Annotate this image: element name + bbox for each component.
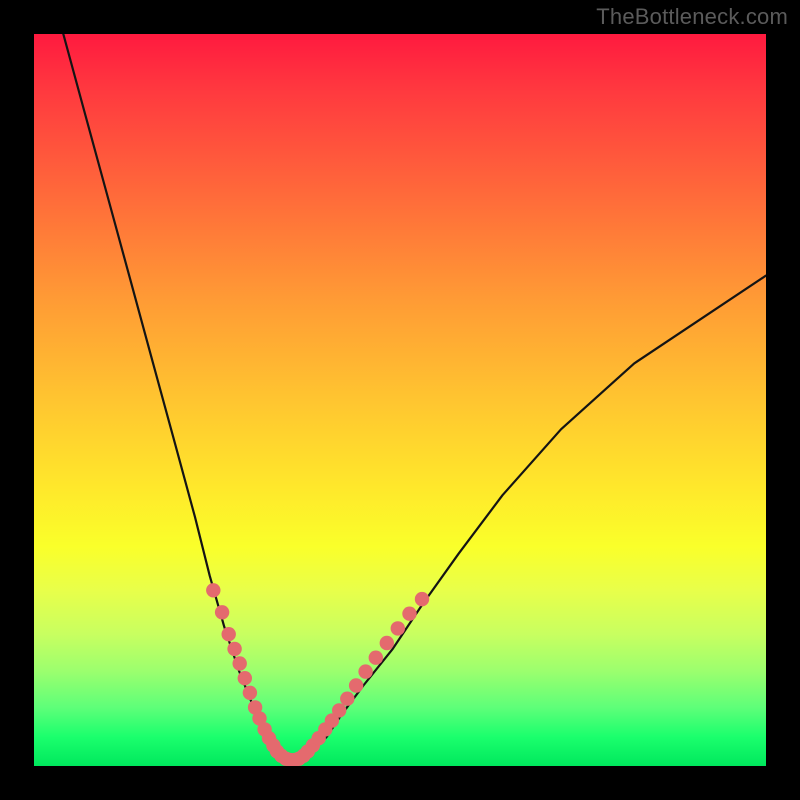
plot-area (34, 34, 766, 766)
marker-dot (206, 583, 220, 597)
marker-dot (215, 605, 229, 619)
marker-dot (391, 621, 405, 635)
marker-cluster (206, 583, 429, 766)
marker-dot (349, 678, 363, 692)
marker-dot (358, 664, 372, 678)
marker-dot (415, 592, 429, 606)
marker-dot (222, 627, 236, 641)
marker-dot (380, 636, 394, 650)
watermark-text: TheBottleneck.com (596, 4, 788, 30)
chart-frame: TheBottleneck.com (0, 0, 800, 800)
marker-dot (340, 692, 354, 706)
marker-dot (238, 671, 252, 685)
chart-svg (34, 34, 766, 766)
marker-dot (233, 656, 247, 670)
marker-dot (332, 703, 346, 717)
marker-dot (227, 642, 241, 656)
bottleneck-curve (63, 34, 766, 759)
marker-dot (402, 607, 416, 621)
marker-dot (243, 686, 257, 700)
marker-dot (369, 651, 383, 665)
